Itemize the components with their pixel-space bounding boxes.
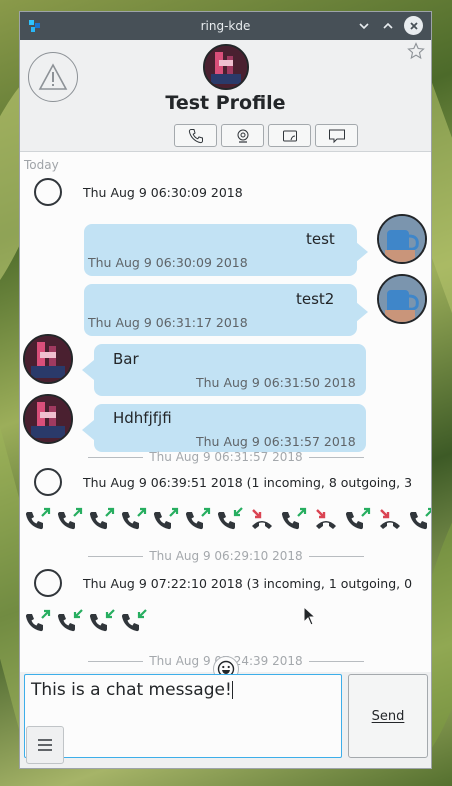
phone-icon <box>188 128 203 143</box>
close-icon[interactable] <box>404 16 423 35</box>
message-time: Thu Aug 9 06:31:17 2018 <box>88 315 248 330</box>
media-toolbar <box>174 124 358 147</box>
incoming-call-icon[interactable] <box>119 608 149 634</box>
chevron-up-icon[interactable] <box>377 15 399 37</box>
window-title: ring-kde <box>200 19 251 33</box>
incoming-call-icon[interactable] <box>215 506 245 532</box>
outgoing-call-icon[interactable] <box>183 506 213 532</box>
date-separator: Thu Aug 9 06:31:57 2018 <box>88 450 364 464</box>
event-timestamp: Thu Aug 9 06:30:09 2018 <box>83 185 243 200</box>
call-history-row <box>23 506 431 532</box>
call-history-row <box>23 608 149 634</box>
ring-kde-app-icon <box>29 20 40 32</box>
send-button[interactable]: Send <box>348 674 428 758</box>
message-time: Thu Aug 9 06:31:57 2018 <box>196 434 356 449</box>
call-group-icon <box>34 468 62 496</box>
message-text: Hdhfjfjfi <box>113 409 172 427</box>
mouse-cursor-icon <box>303 606 317 626</box>
call-group-summary: Thu Aug 9 07:22:10 2018 (3 incoming, 1 o… <box>83 576 413 591</box>
chevron-down-icon[interactable] <box>353 15 375 37</box>
avatar <box>23 334 73 384</box>
avatar[interactable] <box>203 44 249 90</box>
missed-call-icon[interactable] <box>311 506 341 532</box>
avatar <box>377 274 427 324</box>
avatar <box>23 394 73 444</box>
missed-call-icon[interactable] <box>375 506 405 532</box>
profile-name: Test Profile <box>165 92 286 114</box>
call-group-icon <box>34 569 62 597</box>
outgoing-call-icon[interactable] <box>343 506 373 532</box>
outgoing-call-icon[interactable] <box>119 506 149 532</box>
incoming-call-icon[interactable] <box>55 608 85 634</box>
outgoing-call-icon[interactable] <box>279 506 309 532</box>
message-time: Thu Aug 9 06:31:50 2018 <box>196 375 356 390</box>
app-window: ring-kde Test Profile Today Thu Aug 9 06… <box>19 11 432 769</box>
message-text: test2 <box>296 290 335 308</box>
screen-share-button[interactable] <box>268 124 311 147</box>
message-time: Thu Aug 9 06:30:09 2018 <box>88 255 248 270</box>
chat-button[interactable] <box>315 124 358 147</box>
chat-icon <box>328 129 345 143</box>
message-input[interactable]: This is a chat message! <box>24 674 342 758</box>
screen-share-icon <box>282 130 297 141</box>
outgoing-call-icon[interactable] <box>55 506 85 532</box>
outgoing-call-icon[interactable] <box>23 608 53 634</box>
date-section-label: Today <box>24 158 59 172</box>
webcam-icon <box>237 129 248 143</box>
avatar <box>377 214 427 264</box>
outgoing-call-icon[interactable] <box>407 506 431 532</box>
contact-header: Test Profile <box>20 40 431 152</box>
call-group-icon <box>34 178 62 206</box>
message-composer: This is a chat message! Send <box>20 656 431 768</box>
message-text: test <box>306 230 335 248</box>
title-bar[interactable]: ring-kde <box>20 12 431 40</box>
hamburger-menu-icon[interactable] <box>26 726 64 764</box>
outgoing-call-icon[interactable] <box>23 506 53 532</box>
outgoing-call-icon[interactable] <box>151 506 181 532</box>
outgoing-call-icon[interactable] <box>87 506 117 532</box>
audio-call-button[interactable] <box>174 124 217 147</box>
incoming-call-icon[interactable] <box>87 608 117 634</box>
star-icon[interactable] <box>407 42 425 64</box>
video-call-button[interactable] <box>221 124 264 147</box>
date-separator: Thu Aug 9 06:29:10 2018 <box>88 549 364 563</box>
call-group-summary: Thu Aug 9 06:39:51 2018 (1 incoming, 8 o… <box>83 475 413 490</box>
chat-timeline[interactable]: Today Thu Aug 9 06:30:09 2018 test Thu A… <box>20 152 431 672</box>
missed-call-icon[interactable] <box>247 506 277 532</box>
message-text: Bar <box>113 350 139 368</box>
